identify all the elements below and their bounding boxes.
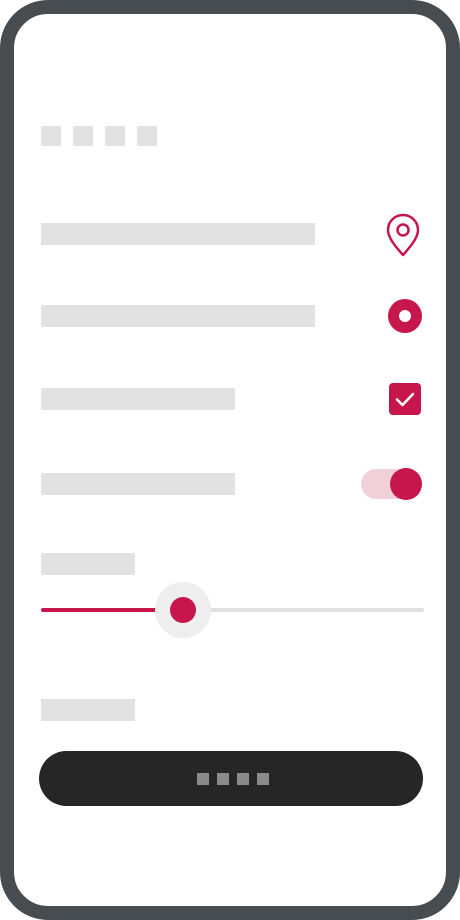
- toggle-thumb[interactable]: [390, 468, 422, 500]
- location-pin-icon[interactable]: [384, 213, 422, 257]
- radio-button[interactable]: [388, 299, 422, 333]
- location-row-label: [41, 223, 315, 245]
- slider-track[interactable]: [41, 608, 424, 612]
- slider-label: [41, 553, 135, 575]
- button-label-placeholder-block: [197, 773, 209, 785]
- section-label: [41, 699, 135, 721]
- button-label-placeholder-block: [257, 773, 269, 785]
- checkmark-icon: [395, 392, 415, 407]
- button-label-placeholder-block: [237, 773, 249, 785]
- title-placeholder-block: [137, 126, 157, 146]
- button-label-placeholder-block: [217, 773, 229, 785]
- radio-row-label: [41, 305, 315, 327]
- slider-thumb[interactable]: [169, 597, 196, 623]
- radio-button-dot: [399, 310, 411, 322]
- title-placeholder-block: [73, 126, 93, 146]
- title-placeholder-block: [105, 126, 125, 146]
- phone-frame: [0, 0, 460, 920]
- primary-button[interactable]: [39, 751, 423, 806]
- checkbox[interactable]: [389, 383, 421, 415]
- toggle-row-label: [41, 473, 235, 495]
- title-placeholder-block: [41, 126, 61, 146]
- checkbox-row-label: [41, 388, 235, 410]
